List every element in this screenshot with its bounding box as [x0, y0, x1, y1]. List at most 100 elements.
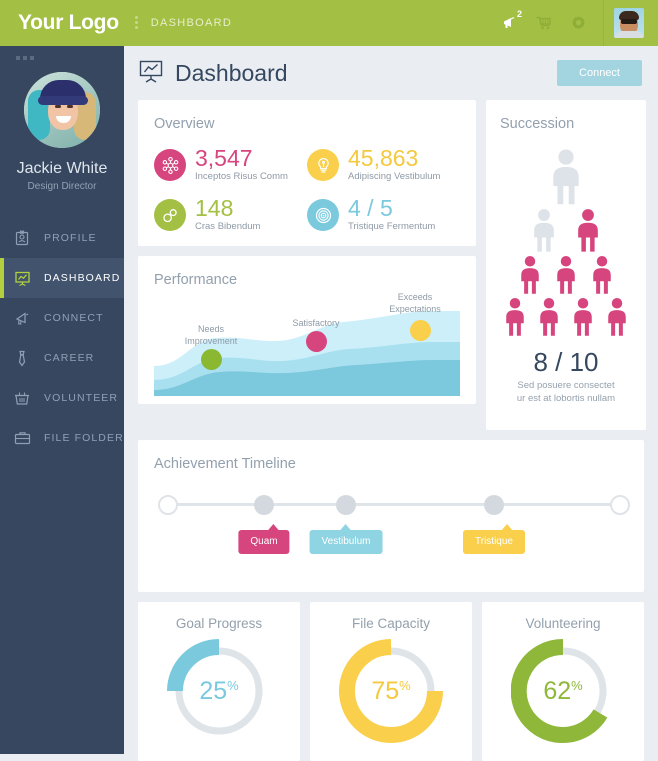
donut-value: 25% [199, 676, 239, 705]
stat-item: 45,863 Adipiscing Vestibulum [307, 146, 460, 182]
pyramid-row [500, 297, 632, 337]
target-icon [307, 199, 339, 232]
stat-item: 148 Cras Bibendum [154, 196, 307, 232]
lightbulb-icon [307, 149, 339, 181]
connect-button[interactable]: Connect [557, 60, 642, 86]
achievement-timeline-card: Achievement Timeline Quam Vestibulum Tri… [138, 440, 644, 592]
overview-card: Overview 3,547 Inceptos Risus Comm 45,86… [138, 100, 476, 247]
right-column: Succession 8 / 10 Sed posuere consectet … [486, 100, 646, 430]
avatar[interactable] [614, 8, 644, 38]
person-icon-empty [553, 149, 579, 205]
volunteering-card: Volunteering 62% [482, 602, 644, 761]
breadcrumb[interactable]: DASHBOARD [151, 17, 232, 29]
donut-title: Goal Progress [175, 616, 263, 631]
person-icon-filled [506, 298, 524, 336]
donut-value: 75% [371, 676, 411, 705]
succession-score: 8 / 10 [533, 347, 599, 377]
timeline-node[interactable] [254, 495, 274, 515]
donut-chart: 75% [339, 639, 443, 743]
main-content: Dashboard Connect Overview 3,547 Incepto… [124, 46, 658, 761]
sidebar-item-profile[interactable]: PROFILE [0, 218, 124, 258]
sidebar-item-label: PROFILE [44, 232, 97, 244]
tie-icon [0, 350, 44, 367]
timeline-node[interactable] [610, 495, 630, 515]
panel-row-top: Overview 3,547 Inceptos Risus Comm 45,86… [138, 100, 646, 430]
breadcrumb-separator-icon [134, 15, 139, 31]
timeline-line [168, 503, 614, 506]
top-bar-actions: 2 [493, 0, 658, 46]
stat-item: 4 / 5 Tristique Fermentum [307, 196, 460, 232]
person-icon-empty [534, 209, 554, 252]
cart-icon[interactable] [527, 0, 561, 46]
performance-marker-label: Needs Improvement [184, 324, 238, 346]
pyramid-row [500, 208, 632, 253]
overview-stats: 3,547 Inceptos Risus Comm 45,863 Adipisc… [154, 146, 460, 232]
sidebar-item-connect[interactable]: CONNECT [0, 298, 124, 338]
stat-value: 3,547 [195, 145, 253, 171]
timeline-node[interactable] [336, 495, 356, 515]
succession-title: Succession [500, 116, 575, 132]
sidebar-item-label: VOLUNTEER [44, 392, 119, 404]
sidebar-item-label: CONNECT [44, 312, 104, 324]
basket-icon [0, 390, 44, 407]
sidebar-item-label: CAREER [44, 352, 95, 364]
timeline-node[interactable] [484, 495, 504, 515]
goal-progress-card: Goal Progress 25% [138, 602, 300, 761]
stat-label: Cras Bibendum [195, 221, 261, 233]
performance-marker-label: Exceeds Expectations [389, 292, 441, 314]
sidebar-user-role: Design Director [27, 181, 97, 192]
sidebar-avatar[interactable] [24, 72, 100, 148]
person-icon-filled [578, 209, 598, 252]
donut-row: Goal Progress 25% File Capacity 75 % Vol… [138, 602, 644, 761]
sidebar-user-name: Jackie White [16, 160, 108, 177]
stat-item: 3,547 Inceptos Risus Comm [154, 146, 307, 182]
performance-chart: Needs Improvement Satisfactory Exceeds E… [138, 292, 476, 404]
succession-pyramid [500, 148, 632, 337]
sidebar-item-career[interactable]: CAREER [0, 338, 124, 378]
timeline-tooltip[interactable]: Vestibulum [309, 524, 383, 554]
molecule-icon [154, 149, 186, 181]
sidebar-item-label: DASHBOARD [44, 272, 121, 284]
sidebar-item-volunteer[interactable]: VOLUNTEER [0, 378, 124, 418]
sidebar-item-dashboard[interactable]: DASHBOARD [0, 258, 124, 298]
sidebar-item-file-folder[interactable]: FILE FOLDER [0, 418, 124, 458]
megaphone-icon [0, 310, 44, 327]
left-column: Overview 3,547 Inceptos Risus Comm 45,86… [138, 100, 476, 430]
sidebar: Jackie White Design Director PROFILE DAS… [0, 46, 124, 754]
person-icon-filled [608, 298, 626, 336]
megaphone-icon[interactable]: 2 [493, 0, 527, 46]
performance-card: Performance Needs Improvement Satisfacto… [138, 256, 476, 405]
donut-value: 62% [543, 676, 583, 705]
stat-label: Adipiscing Vestibulum [348, 171, 441, 183]
id-card-icon [0, 230, 44, 247]
timeline-tooltip[interactable]: Tristique [463, 524, 525, 554]
person-icon-filled [574, 298, 592, 336]
gear-icon[interactable] [561, 0, 595, 46]
pyramid-row [500, 148, 632, 206]
overview-title: Overview [154, 116, 215, 132]
presentation-chart-icon [138, 58, 164, 89]
timeline-node[interactable] [158, 495, 178, 515]
timeline-track: Quam Vestibulum Tristique [154, 490, 630, 570]
page-title: Dashboard [175, 59, 288, 86]
panels: Overview 3,547 Inceptos Risus Comm 45,86… [124, 100, 658, 761]
pyramid-row [500, 255, 632, 295]
briefcase-icon [0, 430, 44, 446]
timeline-tooltip[interactable]: Quam [238, 524, 290, 554]
donut-chart: 62% [511, 639, 615, 743]
performance-marker-label: Satisfactory [292, 318, 340, 329]
sidebar-nav: PROFILE DASHBOARD CONNECT CAREER VOLUNTE… [0, 218, 124, 458]
rings-icon [154, 199, 186, 232]
megaphone-badge: 2 [516, 9, 522, 19]
top-bar: Your Logo DASHBOARD 2 [0, 0, 658, 46]
person-icon-filled [557, 256, 575, 294]
file-capacity-card: File Capacity 75% [310, 602, 472, 761]
page-header: Dashboard Connect [124, 46, 658, 100]
stat-value: 4 / 5 [348, 195, 393, 222]
person-icon-filled [521, 256, 539, 294]
dashboard-app: Your Logo DASHBOARD 2 Jackie White Desig… [0, 0, 658, 761]
donut-title: Volunteering [525, 616, 601, 631]
sidebar-menu-dots-icon[interactable] [16, 56, 34, 60]
stat-label: Tristique Fermentum [348, 221, 436, 233]
app-logo[interactable]: Your Logo [18, 11, 119, 35]
